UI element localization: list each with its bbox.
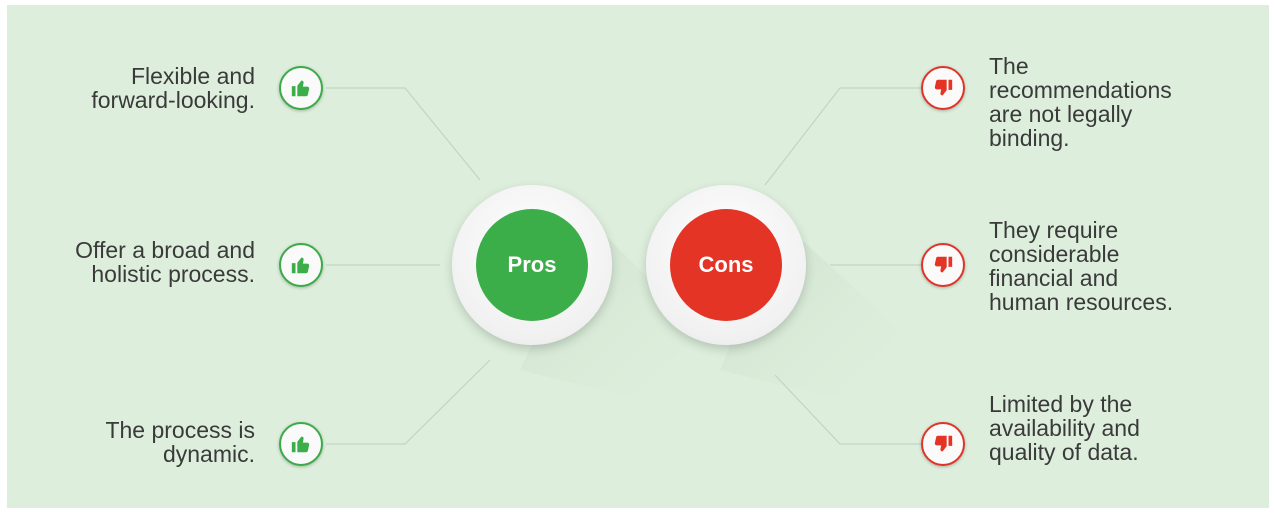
con-item-text: They require considerable financial and … bbox=[989, 217, 1174, 315]
pro-badge bbox=[279, 243, 323, 287]
thumbs-down-icon bbox=[934, 79, 953, 96]
thumbs-up-icon bbox=[291, 80, 310, 97]
con-item-text: The recommendations are not legally bind… bbox=[989, 53, 1172, 151]
con-badge bbox=[921, 66, 965, 110]
cons-hub-label: Cons bbox=[670, 209, 782, 321]
pros-hub: Pros bbox=[452, 185, 612, 345]
con-item-text: Limited by the availability and quality … bbox=[989, 391, 1140, 465]
pro-badge bbox=[279, 66, 323, 110]
con-badge bbox=[921, 243, 965, 287]
con-badge bbox=[921, 422, 965, 466]
pro-badge bbox=[279, 422, 323, 466]
con-connector-1 bbox=[764, 87, 921, 186]
pro-connector-1 bbox=[326, 87, 481, 181]
pro-connector-3 bbox=[326, 359, 491, 445]
pro-item-text: The process is dynamic. bbox=[105, 417, 255, 467]
thumbs-up-icon bbox=[291, 436, 310, 453]
pros-hub-label: Pros bbox=[476, 209, 588, 321]
thumbs-down-icon bbox=[934, 256, 953, 273]
cons-hub: Cons bbox=[646, 185, 806, 345]
thumbs-down-icon bbox=[934, 435, 953, 452]
thumbs-up-icon bbox=[291, 257, 310, 274]
pro-item-text: Flexible and forward-looking. bbox=[91, 63, 255, 113]
pro-item-text: Offer a broad and holistic process. bbox=[75, 237, 255, 287]
